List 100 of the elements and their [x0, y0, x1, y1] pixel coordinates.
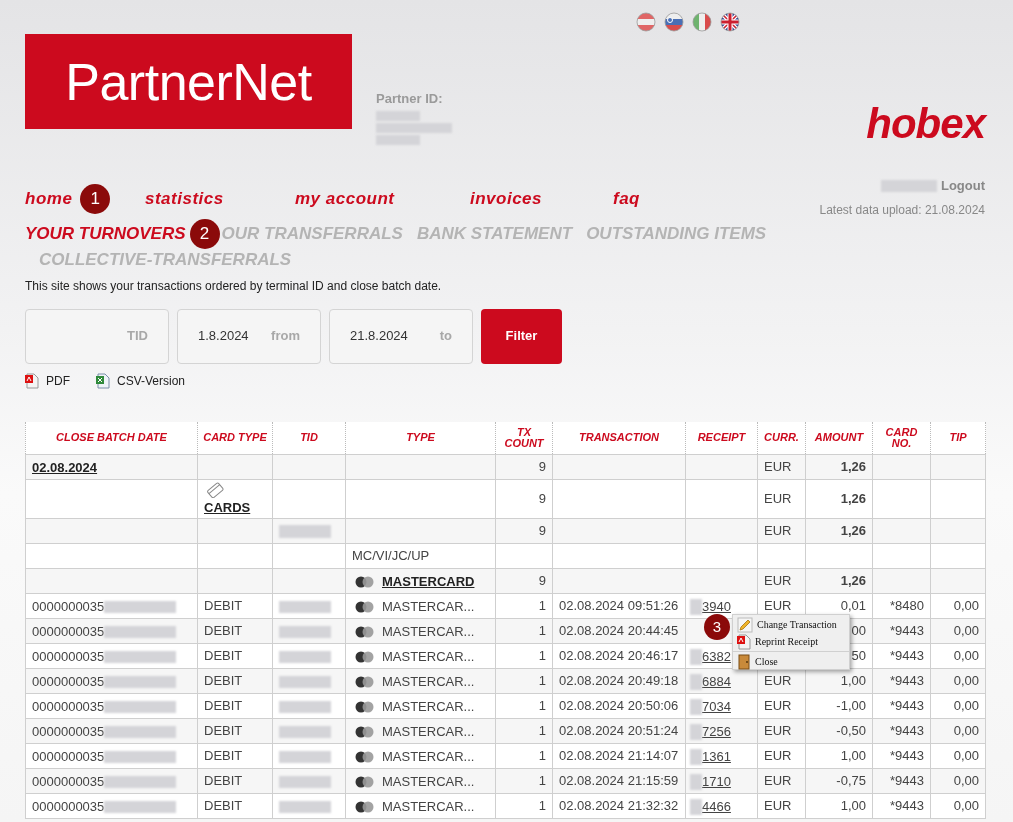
redacted-block [690, 748, 702, 765]
table-cell: 1 [495, 643, 553, 669]
table-cell: 02.08.2024 20:46:17 [552, 643, 686, 669]
partner-id-label: Partner ID: [376, 90, 444, 108]
table-cell: 0000000035 [32, 624, 105, 639]
card-brand-icon [354, 675, 376, 688]
table-cell: 0,00 [930, 793, 986, 819]
table-cell: 0,00 [930, 718, 986, 744]
table-cell: -0,50 [805, 718, 873, 744]
table-cell: 0,00 [930, 593, 986, 619]
flag-icon[interactable] [720, 12, 740, 32]
table-cell: 0,00 [930, 768, 986, 794]
table-cell: EUR [757, 693, 806, 719]
table-cell: 1,00 [805, 793, 873, 819]
table-cell: EUR [757, 568, 806, 594]
table-cell: EUR [757, 743, 806, 769]
intro-text: This site shows your transactions ordered by terminal ID and close batch date. [25, 277, 443, 295]
nav-link[interactable]: statistics [145, 186, 224, 212]
table-cell: EUR [757, 793, 806, 819]
table-cell: -0,75 [805, 768, 873, 794]
table-cell: 02.08.2024 21:15:59 [552, 768, 686, 794]
table-cell: 9 [495, 518, 553, 544]
card-brand-icon [354, 750, 376, 763]
table-cell: MASTERCAR... [382, 599, 475, 614]
table-cell: 1 [495, 743, 553, 769]
card-brand-icon [354, 775, 376, 788]
table-cell: MASTERCAR... [382, 799, 475, 814]
filter-button[interactable]: Filter [481, 308, 562, 364]
table-cell: 02.08.2024 21:32:32 [552, 793, 686, 819]
section-tab[interactable]: YOUR TURNOVERS [25, 222, 186, 245]
table-cell: 02.08.2024 20:50:06 [552, 693, 686, 719]
redacted-block [690, 673, 702, 690]
card-brand-icon [354, 575, 376, 588]
table-cell: EUR [757, 479, 806, 519]
table-cell: 1 [495, 768, 553, 794]
card-brand-icon [354, 700, 376, 713]
nav-link[interactable]: my account [295, 186, 395, 212]
table-cell: EUR [757, 454, 806, 480]
table-cell: MASTERCAR... [382, 674, 475, 689]
step-badge: 1 [80, 184, 111, 214]
export-link[interactable]: CSV-Version [96, 371, 186, 390]
pdf-file-icon [737, 633, 751, 650]
redacted-block [690, 798, 702, 815]
export-link[interactable]: PDF [25, 371, 70, 390]
table-cell: 02.08.2024 09:51:26 [552, 593, 686, 619]
flag-icon[interactable] [664, 12, 684, 32]
table-cell: MASTERCAR... [382, 699, 475, 714]
table-cell: 9 [495, 479, 553, 519]
pdf-file-icon [25, 372, 39, 389]
redacted-block [279, 625, 331, 638]
card-brand-icon [354, 650, 376, 663]
table-cell: 1,26 [805, 518, 873, 544]
table-cell: *9443 [872, 693, 931, 719]
filter-field[interactable]: 1.8.2024 from [177, 308, 321, 364]
redacted-block [279, 775, 331, 788]
flag-icon[interactable] [692, 12, 712, 32]
nav-link[interactable]: invoices [470, 186, 543, 212]
table-cell: 1,26 [805, 454, 873, 480]
table-cell: DEBIT [197, 718, 273, 744]
table-cell: 9 [495, 568, 553, 594]
redacted-block [279, 650, 331, 663]
table-cell: 1 [495, 593, 553, 619]
flag-icon[interactable] [636, 12, 656, 32]
nav-link[interactable]: home [25, 186, 73, 212]
table-cell: EUR [757, 768, 806, 794]
table-cell: 0,00 [930, 668, 986, 694]
redacted-block [690, 648, 702, 665]
redacted-block [690, 723, 702, 740]
table-cell: MASTERCAR... [382, 749, 475, 764]
table-cell: 0000000035 [32, 774, 105, 789]
spreadsheet-file-icon [96, 372, 110, 389]
menu-item[interactable]: Close [733, 653, 849, 670]
filter-field[interactable]: 21.8.2024 to [329, 308, 473, 364]
nav-link[interactable]: faq [613, 186, 640, 212]
step-badge: 2 [189, 218, 220, 249]
redacted-block [279, 525, 331, 539]
table-cell: *9443 [872, 718, 931, 744]
redacted-block [279, 600, 331, 613]
table-cell: 1 [495, 618, 553, 644]
table-cell: DEBIT [197, 693, 273, 719]
table-cell: 1 [495, 693, 553, 719]
table-cell: MC/VI/JC/UP [345, 543, 496, 569]
table-cell: 0,00 [930, 643, 986, 669]
table-cell: 0000000035 [32, 724, 105, 739]
table-cell: 0000000035 [32, 599, 105, 614]
logo[interactable]: PartnerNet [25, 34, 352, 129]
table-cell: 1 [495, 668, 553, 694]
table-cell: 0,00 [930, 743, 986, 769]
table-cell: 0000000035 [32, 699, 105, 714]
table-cell: 1 [495, 793, 553, 819]
table-cell: -1,00 [805, 693, 873, 719]
table-cell: 02.08.2024 20:51:24 [552, 718, 686, 744]
redacted-block [279, 725, 331, 738]
table-cell: *9443 [872, 643, 931, 669]
table-cell: DEBIT [197, 768, 273, 794]
table-cell: 9 [495, 454, 553, 480]
menu-item[interactable]: Reprint Receipt [733, 633, 849, 650]
card-brand-icon [354, 725, 376, 738]
table-cell: *9443 [872, 668, 931, 694]
card-brand-icon [354, 625, 376, 638]
